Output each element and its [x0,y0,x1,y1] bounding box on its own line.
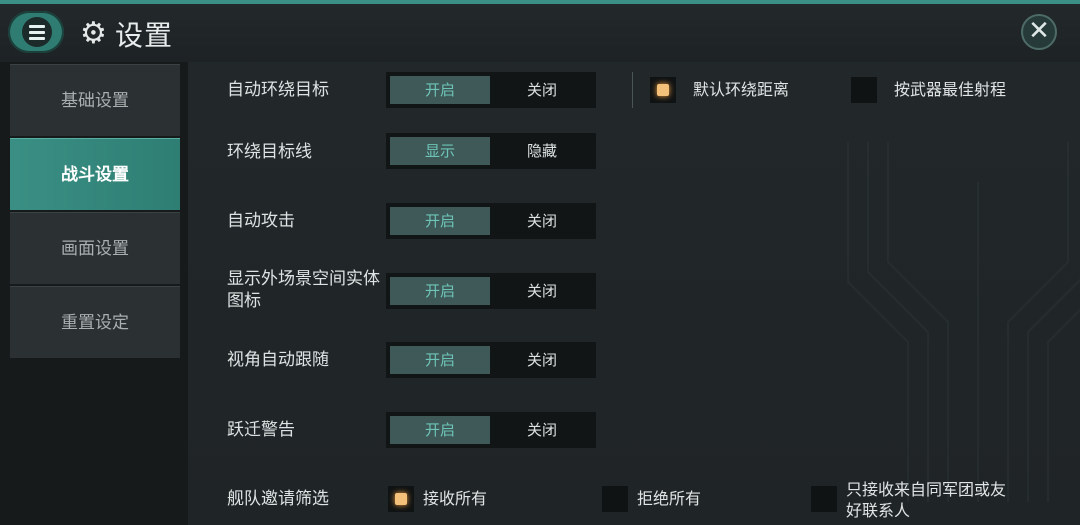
show-entity-icons-off-option[interactable]: 关闭 [492,277,592,305]
camera-follow-off-option[interactable]: 关闭 [492,346,592,374]
close-icon: ✕ [1028,16,1050,46]
warp-warning-on-option[interactable]: 开启 [390,416,490,444]
show-entity-icons-on-option[interactable]: 开启 [390,277,490,305]
orbit-line-label: 环绕目标线 [227,142,312,162]
camera-follow-toggle: 开启 关闭 [386,342,596,378]
auto-attack-label: 自动攻击 [227,211,295,231]
weapon-optimal-range-checkbox[interactable] [851,77,877,103]
sidebar-item-display-settings[interactable]: 画面设置 [10,212,180,284]
auto-attack-on-option[interactable]: 开启 [390,207,490,235]
warp-warning-label: 跃迁警告 [227,420,295,440]
menu-icon [22,17,52,47]
orbit-line-show-option[interactable]: 显示 [390,137,490,165]
auto-orbit-off-option[interactable]: 关闭 [492,76,592,104]
auto-orbit-label: 自动环绕目标 [227,80,329,100]
auto-orbit-toggle: 开启 关闭 [386,72,596,108]
reject-all-label: 拒绝所有 [637,489,702,508]
sidebar: 基础设置 战斗设置 画面设置 重置设定 [0,62,188,525]
default-orbit-distance-label: 默认环绕距离 [693,80,790,99]
weapon-optimal-range-label: 按武器最佳射程 [894,80,1007,99]
fleet-invite-filter-label: 舰队邀请筛选 [227,489,329,509]
page-title: 设置 [115,19,174,52]
auto-orbit-on-option[interactable]: 开启 [390,76,490,104]
show-entity-icons-toggle: 开启 关闭 [386,273,596,309]
accept-all-checkbox[interactable] [388,486,414,512]
default-orbit-distance-checkbox[interactable] [650,77,676,103]
reject-all-checkbox[interactable] [602,486,628,512]
camera-follow-label: 视角自动跟随 [227,350,329,370]
warp-warning-off-option[interactable]: 关闭 [492,416,592,444]
orbit-line-hide-option[interactable]: 隐藏 [492,137,592,165]
check-mark-icon [657,84,669,96]
corp-friends-only-checkbox[interactable] [811,486,837,512]
corp-friends-only-label: 只接收来自同军团或友好联系人 [846,480,1007,520]
menu-button[interactable] [8,11,64,53]
orbit-line-toggle: 显示 隐藏 [386,133,596,169]
auto-attack-off-option[interactable]: 关闭 [492,207,592,235]
sidebar-item-combat-settings[interactable]: 战斗设置 [10,138,180,210]
accept-all-label: 接收所有 [423,489,488,508]
warp-warning-toggle: 开启 关闭 [386,412,596,448]
auto-attack-toggle: 开启 关闭 [386,203,596,239]
divider [632,72,633,108]
background-decoration [847,142,1080,502]
close-button[interactable]: ✕ [1021,14,1057,50]
camera-follow-on-option[interactable]: 开启 [390,346,490,374]
sidebar-item-basic-settings[interactable]: 基础设置 [10,64,180,136]
check-mark-icon [395,493,407,505]
gear-icon: ⚙ [80,16,107,51]
sidebar-item-reset-settings[interactable]: 重置设定 [10,286,180,358]
show-entity-icons-label: 显示外场景空间实体图标 [227,269,380,311]
header-bar: ⚙ 设置 ✕ [0,4,1080,62]
